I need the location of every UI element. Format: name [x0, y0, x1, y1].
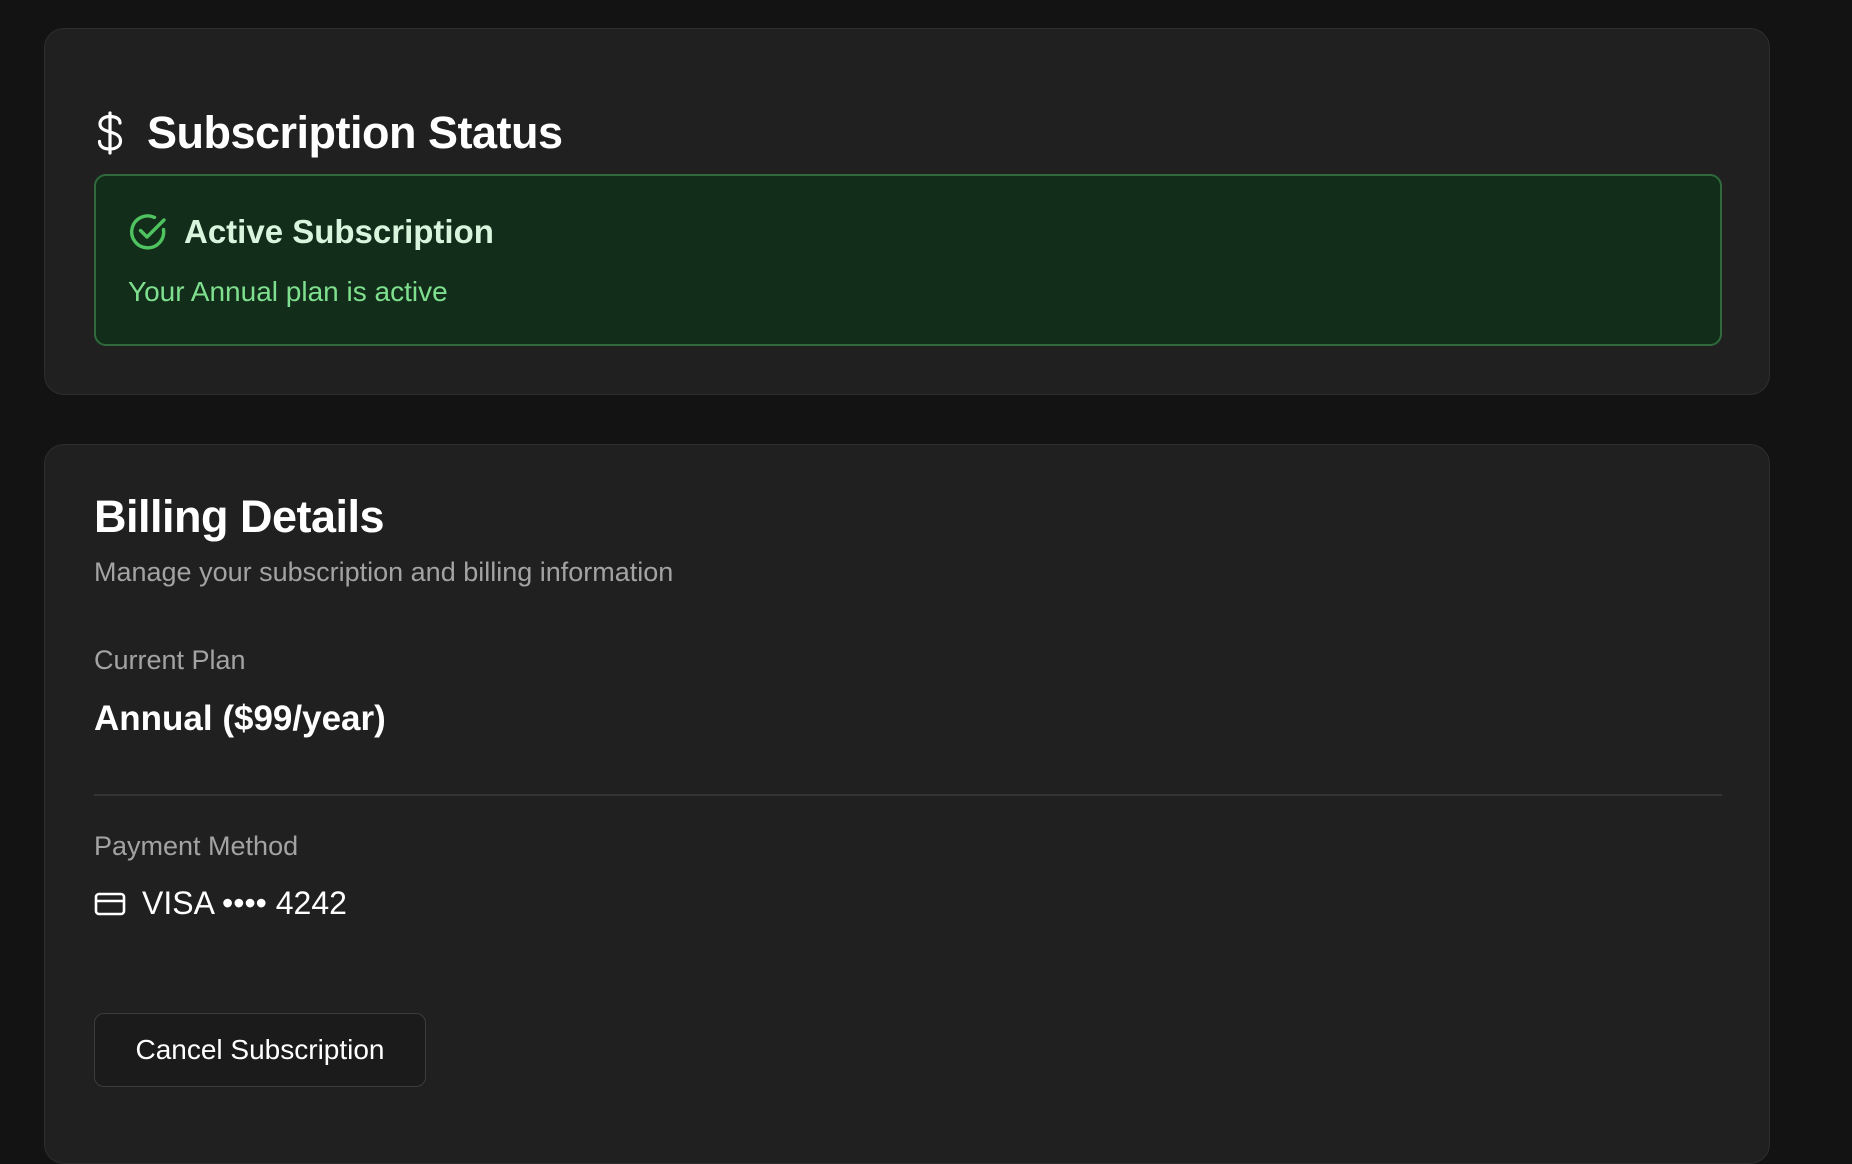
active-subscription-banner: Active Subscription Your Annual plan is … [94, 174, 1722, 346]
status-banner-title: Active Subscription [184, 213, 494, 250]
dollar-icon [95, 110, 125, 156]
subscription-status-card: Subscription Status Active Subscription … [44, 28, 1770, 395]
cancel-subscription-button[interactable]: Cancel Subscription [94, 1013, 426, 1087]
billing-details-card: Billing Details Manage your subscription… [44, 444, 1770, 1164]
payment-method-value: VISA •••• 4242 [142, 885, 347, 921]
check-circle-icon [128, 212, 168, 252]
status-banner-description: Your Annual plan is active [128, 276, 448, 307]
current-plan-value: Annual ($99/year) [94, 699, 386, 738]
subscription-status-header: Subscription Status [95, 103, 563, 163]
payment-method-label: Payment Method [94, 831, 299, 861]
payment-method-row: VISA •••• 4242 [94, 885, 347, 922]
current-plan-label: Current Plan [94, 645, 246, 675]
billing-details-subtitle: Manage your subscription and billing inf… [94, 557, 674, 587]
status-banner-header: Active Subscription [128, 212, 494, 252]
credit-card-icon [94, 891, 126, 917]
billing-details-title: Billing Details [94, 491, 385, 542]
subscription-status-title: Subscription Status [147, 107, 563, 158]
section-divider [94, 794, 1722, 796]
